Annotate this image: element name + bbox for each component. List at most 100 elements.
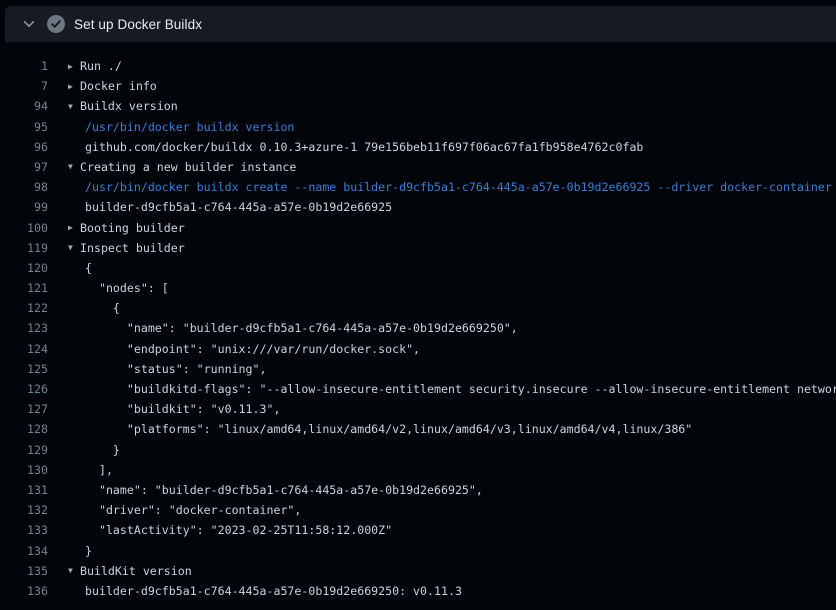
group-expanded-triangle-icon[interactable]: ▼ — [68, 97, 80, 117]
log-text: builder-d9cfb5a1-c764-445a-a57e-0b19d2e6… — [85, 200, 392, 214]
line-number[interactable]: 120 — [0, 258, 48, 278]
log-group-line[interactable]: 100 ▶Booting builder — [0, 218, 836, 238]
log-group-line[interactable]: 94 ▼Buildx version — [0, 96, 836, 116]
group-title[interactable]: Buildx version — [80, 99, 178, 113]
log-line: 133 "lastActivity": "2023-02-25T11:58:12… — [0, 520, 836, 540]
group-title[interactable]: Inspect builder — [80, 241, 185, 255]
line-number[interactable]: 129 — [0, 440, 48, 460]
log-text: builder-d9cfb5a1-c764-445a-a57e-0b19d2e6… — [85, 584, 462, 598]
group-collapsed-triangle-icon[interactable]: ▶ — [68, 77, 80, 97]
line-number[interactable]: 125 — [0, 359, 48, 379]
line-number[interactable]: 130 — [0, 460, 48, 480]
group-expanded-triangle-icon[interactable]: ▼ — [68, 157, 80, 177]
group-expanded-triangle-icon[interactable]: ▼ — [68, 238, 80, 258]
line-number[interactable]: 99 — [0, 197, 48, 217]
line-number[interactable]: 135 — [0, 561, 48, 581]
log-group-line[interactable]: 7 ▶Docker info — [0, 76, 836, 96]
line-number[interactable]: 122 — [0, 298, 48, 318]
line-number[interactable]: 100 — [0, 218, 48, 238]
group-title[interactable]: Creating a new builder instance — [80, 160, 296, 174]
line-number[interactable]: 98 — [0, 177, 48, 197]
group-title[interactable]: Run ./ — [80, 59, 122, 73]
line-body: } — [85, 541, 92, 561]
log-line: 128 "platforms": "linux/amd64,linux/amd6… — [0, 419, 836, 439]
line-body[interactable]: ▼Inspect builder — [68, 238, 185, 258]
log-text: "name": "builder-d9cfb5a1-c764-445a-a57e… — [85, 483, 483, 497]
line-body: "name": "builder-d9cfb5a1-c764-445a-a57e… — [85, 480, 483, 500]
log-line: 127 "buildkit": "v0.11.3", — [0, 399, 836, 419]
log-text: github.com/docker/buildx 0.10.3+azure-1 … — [85, 140, 643, 154]
line-number[interactable]: 123 — [0, 318, 48, 338]
log-line: 121 "nodes": [ — [0, 278, 836, 298]
line-body: "buildkitd-flags": "--allow-insecure-ent… — [85, 379, 836, 399]
group-title[interactable]: Booting builder — [80, 221, 185, 235]
log-line: 130 ], — [0, 460, 836, 480]
line-number[interactable]: 134 — [0, 541, 48, 561]
log-line: 129 } — [0, 440, 836, 460]
line-number[interactable]: 124 — [0, 339, 48, 359]
log-text: ], — [85, 463, 113, 477]
log-group-line[interactable]: 97 ▼Creating a new builder instance — [0, 157, 836, 177]
line-body: "lastActivity": "2023-02-25T11:58:12.000… — [85, 520, 392, 540]
line-body: github.com/docker/buildx 0.10.3+azure-1 … — [85, 137, 643, 157]
line-number[interactable]: 94 — [0, 96, 48, 116]
log-group-line[interactable]: 119 ▼Inspect builder — [0, 238, 836, 258]
line-number[interactable]: 131 — [0, 480, 48, 500]
line-number[interactable]: 119 — [0, 238, 48, 258]
line-body: { — [85, 298, 120, 318]
log-group-line[interactable]: 1 ▶Run ./ — [0, 56, 836, 76]
group-title[interactable]: BuildKit version — [80, 564, 192, 578]
line-body: /usr/bin/docker buildx create --name bui… — [85, 177, 832, 197]
log-line: 123 "name": "builder-d9cfb5a1-c764-445a-… — [0, 318, 836, 338]
log-text: "platforms": "linux/amd64,linux/amd64/v2… — [85, 422, 692, 436]
line-body[interactable]: ▶Docker info — [68, 76, 157, 96]
log-text: { — [85, 301, 120, 315]
line-body[interactable]: ▼Creating a new builder instance — [68, 157, 296, 177]
line-body: "status": "running", — [85, 359, 266, 379]
line-number[interactable]: 96 — [0, 137, 48, 157]
log-text: "name": "builder-d9cfb5a1-c764-445a-a57e… — [85, 321, 518, 335]
log-text: "status": "running", — [85, 362, 266, 376]
log-text: "nodes": [ — [85, 281, 169, 295]
group-expanded-triangle-icon[interactable]: ▼ — [68, 561, 80, 581]
line-body: } — [85, 440, 120, 460]
line-body: "name": "builder-d9cfb5a1-c764-445a-a57e… — [85, 318, 518, 338]
line-number[interactable]: 95 — [0, 117, 48, 137]
line-number[interactable]: 97 — [0, 157, 48, 177]
log-line: 131 "name": "builder-d9cfb5a1-c764-445a-… — [0, 480, 836, 500]
log-text: "buildkit": "v0.11.3", — [85, 402, 280, 416]
log-line: 124 "endpoint": "unix:///var/run/docker.… — [0, 339, 836, 359]
line-body[interactable]: ▶Run ./ — [68, 56, 122, 76]
line-body: /usr/bin/docker buildx version — [85, 117, 294, 137]
line-number[interactable]: 132 — [0, 500, 48, 520]
group-collapsed-triangle-icon[interactable]: ▶ — [68, 218, 80, 238]
line-body: { — [85, 258, 92, 278]
line-body[interactable]: ▶Booting builder — [68, 218, 185, 238]
log-text: "lastActivity": "2023-02-25T11:58:12.000… — [85, 523, 392, 537]
log-text: } — [85, 443, 120, 457]
line-body: builder-d9cfb5a1-c764-445a-a57e-0b19d2e6… — [85, 581, 462, 601]
log-line: 120 { — [0, 258, 836, 278]
line-number[interactable]: 133 — [0, 520, 48, 540]
line-number[interactable]: 128 — [0, 419, 48, 439]
line-number[interactable]: 121 — [0, 278, 48, 298]
log-line: 95 /usr/bin/docker buildx version — [0, 117, 836, 137]
log-group-line[interactable]: 135 ▼BuildKit version — [0, 561, 836, 581]
log-text: "endpoint": "unix:///var/run/docker.sock… — [85, 342, 420, 356]
line-number[interactable]: 136 — [0, 581, 48, 601]
group-title[interactable]: Docker info — [80, 79, 157, 93]
log-line: 98 /usr/bin/docker buildx create --name … — [0, 177, 836, 197]
step-header[interactable]: Set up Docker Buildx — [5, 6, 836, 42]
line-number[interactable]: 1 — [0, 56, 48, 76]
line-body[interactable]: ▼BuildKit version — [68, 561, 192, 581]
group-collapsed-triangle-icon[interactable]: ▶ — [68, 57, 80, 77]
line-number[interactable]: 126 — [0, 379, 48, 399]
log-text: /usr/bin/docker buildx version — [85, 120, 294, 134]
line-number[interactable]: 127 — [0, 399, 48, 419]
log-line: 126 "buildkitd-flags": "--allow-insecure… — [0, 379, 836, 399]
line-body[interactable]: ▼Buildx version — [68, 96, 178, 116]
chevron-down-icon[interactable] — [22, 17, 36, 31]
line-body: "endpoint": "unix:///var/run/docker.sock… — [85, 339, 420, 359]
line-number[interactable]: 7 — [0, 76, 48, 96]
log-line: 99 builder-d9cfb5a1-c764-445a-a57e-0b19d… — [0, 197, 836, 217]
